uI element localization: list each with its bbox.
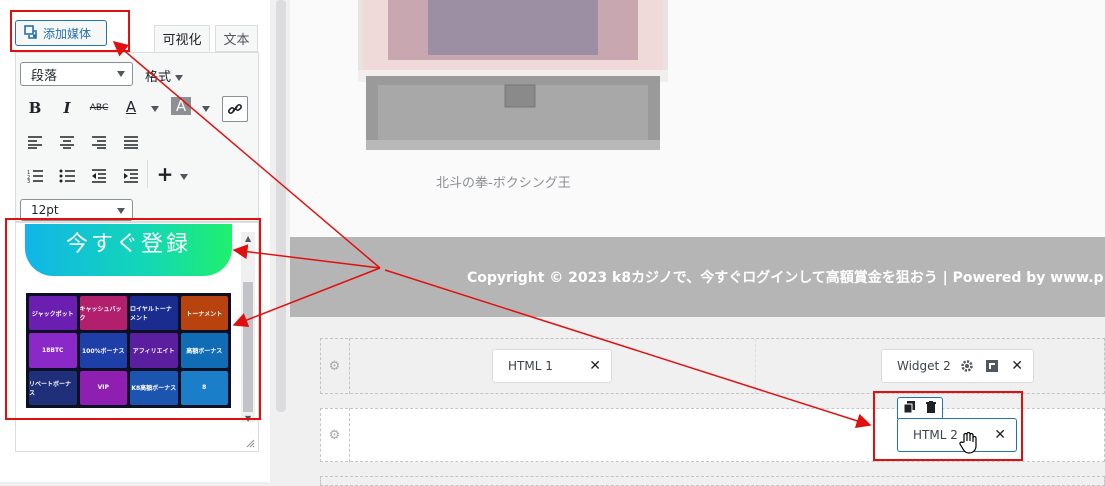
widget-html-1[interactable]: HTML 1 ✕: [492, 349, 612, 383]
toolbar-divider: [147, 160, 148, 188]
widget-label: HTML 1: [508, 359, 553, 373]
column-divider: [755, 339, 756, 393]
align-left-icon[interactable]: [24, 131, 46, 153]
tab-text[interactable]: 文本: [215, 25, 258, 52]
chevron-down-icon[interactable]: [180, 174, 188, 180]
copyright-text: Copyright © 2023 k8カジノで、今すぐログインして高額賞金を狙お…: [467, 270, 1104, 286]
widget-label: Widget 2: [897, 359, 951, 373]
resize-handle-icon[interactable]: [245, 438, 255, 448]
paragraph-format-select[interactable]: 段落: [20, 62, 133, 86]
outdent-icon[interactable]: [88, 165, 110, 187]
row-settings-gear-icon[interactable]: ⚙: [320, 408, 350, 462]
insert-plus-icon[interactable]: +: [154, 162, 176, 186]
highlight-box: [10, 10, 130, 52]
builder-row: [320, 476, 1105, 486]
format-menu-label: 格式: [145, 70, 172, 85]
widget-2[interactable]: Widget 2 ✕: [881, 349, 1034, 383]
chevron-down-icon: [117, 208, 125, 214]
image-caption: 北斗の拳-ボクシング王: [436, 176, 571, 191]
chevron-down-icon[interactable]: [202, 106, 210, 112]
chevron-down-icon: [175, 74, 184, 81]
close-icon[interactable]: ✕: [589, 358, 601, 374]
chevron-down-icon[interactable]: [151, 106, 159, 112]
tab-visual[interactable]: 可视化: [154, 25, 210, 52]
link-icon[interactable]: [222, 96, 248, 122]
close-icon[interactable]: ✕: [1011, 358, 1023, 374]
unordered-list-icon[interactable]: [56, 165, 78, 187]
svg-text:3: 3: [27, 179, 30, 183]
format-select-value: 段落: [31, 68, 58, 84]
ordered-list-icon[interactable]: 123: [24, 165, 46, 187]
chevron-down-icon: [117, 71, 125, 77]
font-size-value: 12pt: [31, 203, 59, 217]
panel-scrollbar[interactable]: [276, 0, 286, 412]
strikethrough-icon[interactable]: ABC: [88, 97, 110, 119]
row-settings-gear-icon[interactable]: ⚙: [320, 338, 350, 394]
background-color-icon[interactable]: A: [171, 97, 191, 115]
highlight-box: [5, 218, 261, 420]
indent-icon[interactable]: [120, 165, 142, 187]
bold-icon[interactable]: B: [24, 97, 46, 119]
duplicate-icon[interactable]: [985, 359, 999, 376]
italic-icon[interactable]: I: [56, 97, 78, 119]
highlight-box: [873, 391, 1023, 461]
justify-icon[interactable]: [120, 131, 142, 153]
text-color-icon[interactable]: A: [120, 96, 142, 118]
slot-machine-image: [358, 0, 668, 152]
align-right-icon[interactable]: [88, 131, 110, 153]
align-center-icon[interactable]: [56, 131, 78, 153]
gear-icon[interactable]: [960, 359, 974, 376]
format-menu-button[interactable]: 格式: [145, 66, 184, 85]
